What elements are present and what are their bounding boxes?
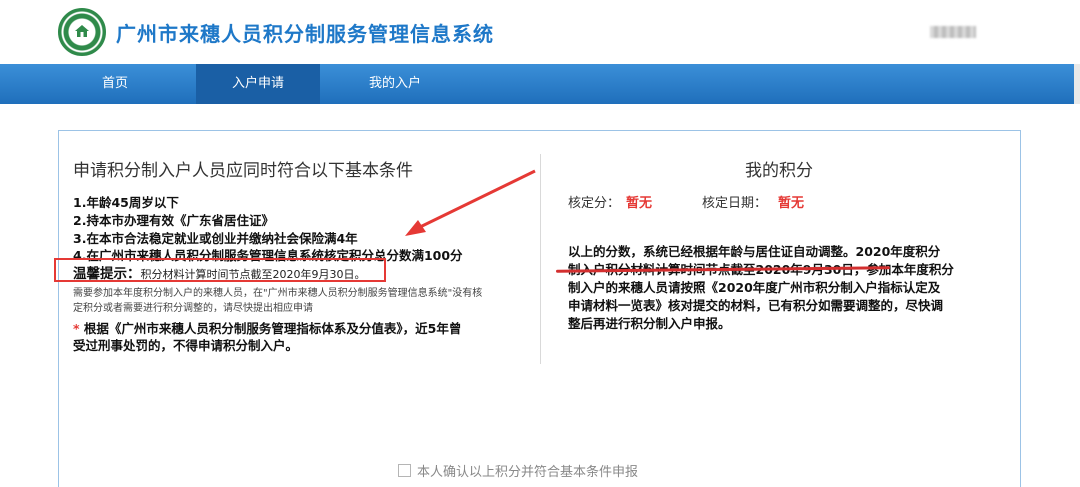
confirm-row[interactable]: 本人确认以上积分并符合基本条件申报 (398, 461, 638, 480)
confirm-checkbox[interactable] (398, 464, 411, 477)
approved-date-label: 核定日期： (702, 196, 768, 211)
user-name-blurred[interactable] (930, 26, 976, 38)
nav-item-settle-apply[interactable]: 入户申请 (196, 64, 320, 104)
penalty-note-text-1: 根据《广州市来穗人员积分制服务管理指标体系及分值表》，近5年曾 (79, 321, 462, 336)
column-divider (540, 154, 541, 364)
score-info-line-4: 申请材料一览表》核对提交的材料，已有积分如需要调整的，尽快调 (568, 298, 944, 313)
penalty-note-line-2: 受过刑事处罚的，不得申请积分制入户。 (73, 338, 299, 353)
apply-note-line-1: 需要参加本年度积分制入户的来穗人员，在"广州市来穗人员积分制服务管理信息系统"没… (73, 288, 483, 299)
approved-score-value: 暂无 (626, 196, 653, 211)
tip-text: 积分材料计算时间节点截至2020年9月30日。 (140, 268, 366, 281)
apply-note-line-2: 定积分或者需要进行积分调整的，请尽快提出相应申请 (73, 303, 313, 314)
main-nav: 首页 入户申请 我的入户 (0, 64, 1080, 104)
my-score-title: 我的积分 (745, 161, 813, 181)
nav-item-home[interactable]: 首页 (60, 64, 170, 104)
condition-item-2: 2.持本市办理有效《广东省居住证》 (73, 213, 274, 228)
condition-item-1: 1.年龄45周岁以下 (73, 195, 179, 210)
approved-date-value: 暂无 (778, 196, 805, 211)
score-info-line-1: 以上的分数，系统已经根据年龄与居住证自动调整。2020年度积分 (568, 244, 941, 259)
nav-edge (1074, 64, 1080, 104)
approved-score-label: 核定分： (568, 196, 621, 211)
header: 广州市来穗人员积分制服务管理信息系统 (0, 0, 1080, 64)
site-title: 广州市来穗人员积分制服务管理信息系统 (116, 22, 494, 46)
tip-label: 温馨提示： (73, 266, 141, 282)
score-info-line-5: 整后再进行积分制入户申报。 (568, 316, 731, 331)
score-info-line-3: 制入户的来穗人员请按照《2020年度广州市积分制入户指标认定及 (568, 280, 941, 295)
site-logo (58, 8, 106, 56)
nav-item-my-settle[interactable]: 我的入户 (340, 64, 450, 104)
tip-row: 温馨提示：积分材料计算时间节点截至2020年9月30日。 (73, 262, 366, 282)
confirm-label[interactable]: 本人确认以上积分并符合基本条件申报 (417, 465, 638, 480)
house-icon (75, 25, 89, 37)
conditions-title: 申请积分制入户人员应同时符合以下基本条件 (73, 161, 413, 181)
